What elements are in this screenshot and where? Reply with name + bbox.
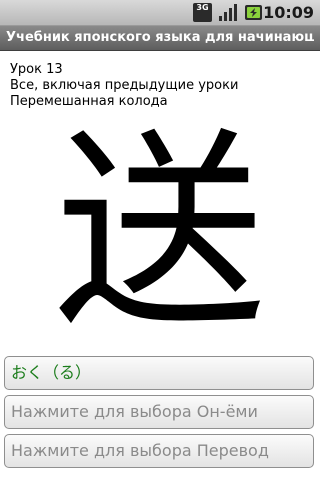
lesson-info: Урок 13 Все, включая предыдущие уроки Пе… [10,62,310,110]
3g-icon: 3G [193,3,212,22]
battery-charging-icon [245,5,262,20]
onyomi-select-button[interactable]: Нажмите для выбора Он-ёми [4,395,314,429]
status-bar: 3G 10:09 [0,0,320,26]
translation-select-button[interactable]: Нажмите для выбора Перевод [4,434,314,468]
network-label: 3G [196,3,209,12]
status-clock: 10:09 [263,3,314,22]
lesson-label: Урок 13 [10,62,63,77]
lesson-scope: Все, включая предыдущие уроки [10,78,239,93]
app-title: Учебник японского языка для начинающ... [6,30,314,45]
kanji-card[interactable]: 送 [0,118,320,348]
signal-icon [219,4,237,21]
reading-answer-button[interactable]: おく（る） [4,356,314,390]
deck-mode: Перемешанная колода [10,94,168,109]
title-bar: Учебник японского языка для начинающ... [0,26,320,51]
